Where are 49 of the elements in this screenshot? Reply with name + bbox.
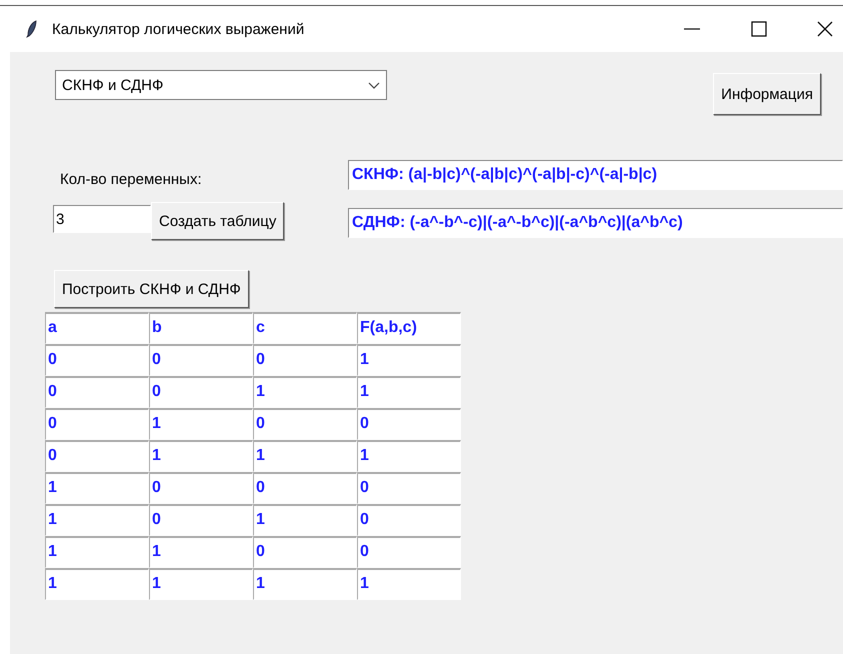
- table-cell: 0: [253, 408, 357, 440]
- table-cell: 1: [149, 440, 253, 472]
- table-cell: 1: [357, 440, 461, 472]
- result-field[interactable]: СКНФ: (a|-b|c)^(-a|b|c)^(-a|b|-c)^(-a|-b|c): [348, 160, 843, 190]
- chevron-icon: [368, 82, 380, 88]
- table-cell: 1: [357, 344, 461, 376]
- maximize-icon[interactable]: [751, 21, 767, 37]
- table-cell: 1: [357, 376, 461, 408]
- table-cell: 1: [149, 536, 253, 568]
- table-cell: 1: [253, 440, 357, 472]
- variables-input[interactable]: 3: [53, 205, 151, 233]
- table-cell: 0: [357, 504, 461, 536]
- table-cell: 1: [253, 504, 357, 536]
- create-table-button[interactable]: Создать таблицу: [151, 202, 284, 240]
- table-cell: 0: [253, 536, 357, 568]
- result-field[interactable]: СДНФ: (-a^-b^-c)|(-a^-b^c)|(-a^b^c)|(a^b^c): [348, 208, 843, 238]
- table-cell: 1: [45, 504, 149, 536]
- mode-dropdown[interactable]: СКНФ и СДНФ: [55, 70, 387, 100]
- table-cell: 0: [45, 440, 149, 472]
- table-cell: 0: [357, 408, 461, 440]
- table-cell: 1: [253, 376, 357, 408]
- table-cell: 0: [45, 344, 149, 376]
- table-cell: 0: [149, 344, 253, 376]
- table-cell: 1: [149, 568, 253, 600]
- window-title: Калькулятор логических выражений: [52, 20, 304, 38]
- table-cell: 1: [149, 408, 253, 440]
- table-cell: 1: [45, 472, 149, 504]
- table-cell: 0: [149, 376, 253, 408]
- table-cell: 1: [45, 536, 149, 568]
- feather-icon: [26, 20, 38, 38]
- table-cell: 0: [253, 344, 357, 376]
- table-cell: 0: [357, 536, 461, 568]
- table-cell: 0: [357, 472, 461, 504]
- column-header: a: [45, 312, 149, 344]
- table-cell: 0: [45, 376, 149, 408]
- column-header: b: [149, 312, 253, 344]
- table-cell: 1: [45, 568, 149, 600]
- table-cell: 0: [149, 472, 253, 504]
- table-cell: 1: [357, 568, 461, 600]
- table-cell: 0: [253, 472, 357, 504]
- table-cell: 1: [253, 568, 357, 600]
- column-header: c: [253, 312, 357, 344]
- close-icon[interactable]: [817, 21, 833, 37]
- information-button[interactable]: Информация: [713, 73, 821, 115]
- column-header: F(a,b,c): [357, 312, 461, 344]
- table-cell: 0: [45, 408, 149, 440]
- table-cell: 0: [149, 504, 253, 536]
- build-button[interactable]: Построить СКНФ и СДНФ: [54, 270, 249, 308]
- variables-label: Кол-во переменных:: [60, 171, 203, 190]
